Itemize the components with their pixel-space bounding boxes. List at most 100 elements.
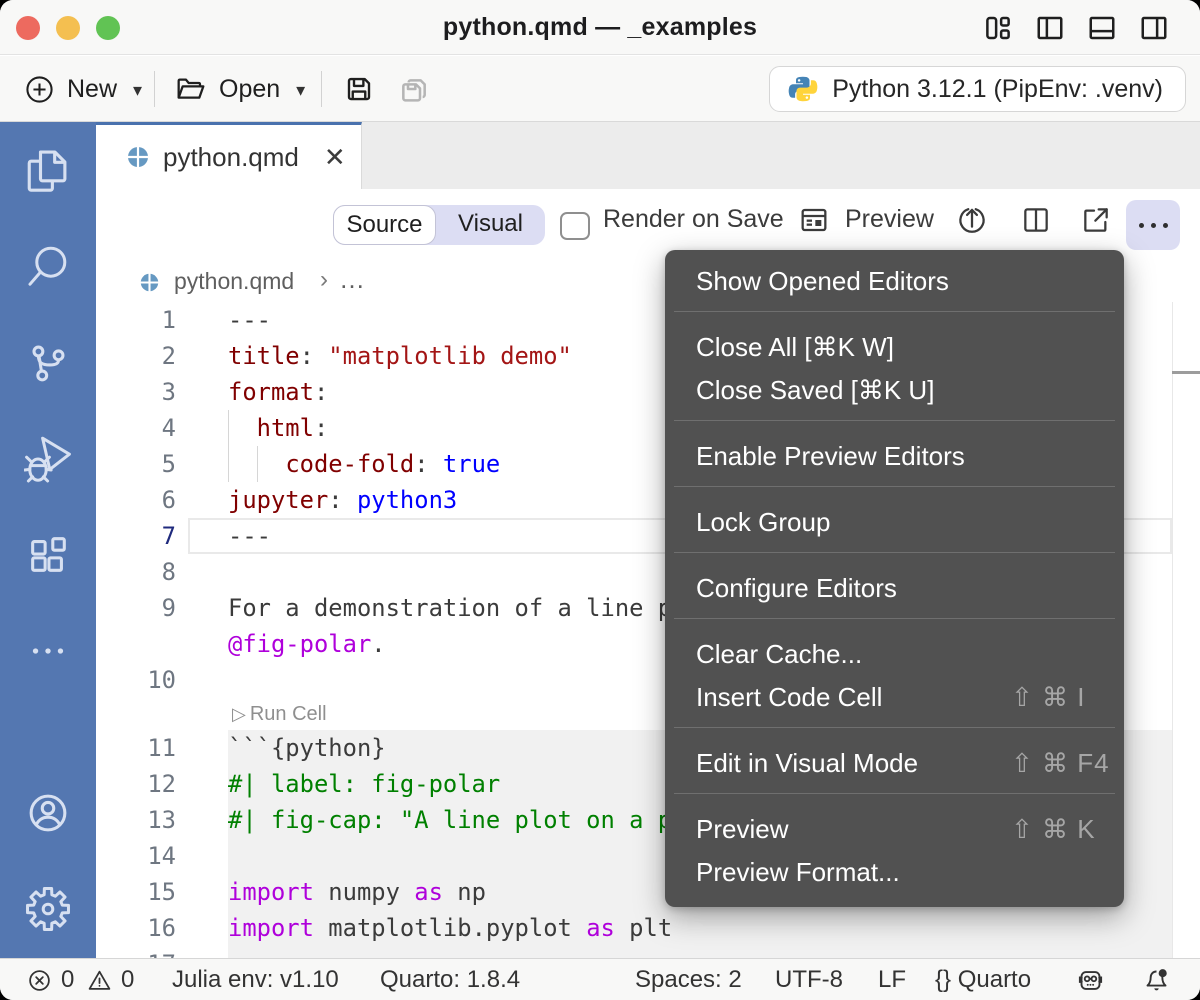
encoding-status[interactable]: UTF-8 xyxy=(775,959,843,1000)
menu-item[interactable]: Insert Code Cell⇧ ⌘ I xyxy=(665,676,1124,719)
scrollbar-gutter-line xyxy=(1172,302,1173,958)
split-editor-left-icon[interactable] xyxy=(1035,13,1065,43)
line-number: 2 xyxy=(96,338,176,374)
render-on-save-label: Render on Save xyxy=(603,189,784,250)
line-number: 3 xyxy=(96,374,176,410)
customize-layout-icon[interactable] xyxy=(983,13,1013,43)
language-mode-status[interactable]: {} Quarto xyxy=(935,959,1031,1000)
line-number: 4 xyxy=(96,410,176,446)
preview-label[interactable]: Preview xyxy=(845,189,934,250)
menu-item-label: Enable Preview Editors xyxy=(696,441,965,471)
source-toggle-button[interactable]: Source xyxy=(333,205,436,245)
menu-item-label: Lock Group xyxy=(696,507,830,537)
save-icon xyxy=(344,74,374,104)
feedback-icon[interactable] xyxy=(1077,967,1104,999)
line-number: 11 xyxy=(96,730,176,766)
menu-item[interactable]: Show Opened Editors xyxy=(665,260,1124,303)
bell-dot-icon[interactable] xyxy=(1143,967,1170,999)
warning-count[interactable]: 0 xyxy=(121,959,134,1000)
menu-item-shortcut: ⇧ ⌘ F4 xyxy=(1011,742,1110,785)
tab-bar: python.qmd ✕ xyxy=(96,122,1200,189)
open-external-icon[interactable] xyxy=(1080,204,1112,236)
indentation-status[interactable]: Spaces: 2 xyxy=(635,959,742,1000)
overview-ruler-cursor-marker xyxy=(1172,371,1200,374)
menu-separator xyxy=(674,618,1115,619)
warning-icon xyxy=(87,968,112,998)
menu-item[interactable]: Close All [⌘K W] xyxy=(665,326,1124,369)
save-button[interactable] xyxy=(344,56,374,122)
new-button[interactable]: New ▾ xyxy=(25,56,142,122)
extensions-icon[interactable] xyxy=(0,531,96,579)
menu-item-label: Close Saved [⌘K U] xyxy=(696,375,934,405)
save-all-button[interactable] xyxy=(398,56,430,122)
close-icon[interactable]: ✕ xyxy=(324,142,346,173)
ellipsis-icon xyxy=(1139,223,1168,228)
action-bar: New ▾ Open ▾ xyxy=(0,56,1200,122)
menu-item-label: Preview xyxy=(696,814,788,844)
visual-toggle-button[interactable]: Visual xyxy=(436,205,545,245)
menu-item-label: Clear Cache... xyxy=(696,639,862,669)
code-line: @fig-polar. xyxy=(228,626,386,662)
menu-item-label: Close All [⌘K W] xyxy=(696,332,894,362)
breadcrumb-file[interactable]: python.qmd xyxy=(174,260,294,302)
code-line: ```{python} xyxy=(228,730,386,766)
panel-bottom-icon[interactable] xyxy=(1087,13,1117,43)
code-line: import numpy as np xyxy=(228,874,486,910)
menu-separator xyxy=(674,420,1115,421)
menu-item[interactable]: Preview Format... xyxy=(665,851,1124,894)
run-debug-icon[interactable] xyxy=(0,435,96,483)
breadcrumb-symbol[interactable]: … xyxy=(339,260,365,302)
menu-item-shortcut: ⇧ ⌘ I xyxy=(1011,676,1085,719)
more-icon[interactable] xyxy=(0,627,96,675)
publish-icon[interactable] xyxy=(956,204,988,236)
more-actions-button[interactable] xyxy=(1126,200,1180,250)
source-control-icon[interactable] xyxy=(0,339,96,387)
run-triangle-icon: ▷ xyxy=(232,704,246,724)
menu-item-shortcut: ⇧ ⌘ K xyxy=(1011,808,1096,851)
quarto-icon xyxy=(126,145,150,169)
open-button[interactable]: Open ▾ xyxy=(174,56,305,122)
menu-item[interactable]: Close Saved [⌘K U] xyxy=(665,369,1124,412)
interpreter-label: Python 3.12.1 (PipEnv: .venv) xyxy=(832,75,1163,104)
code-line: format: xyxy=(228,374,328,410)
titlebar: python.qmd — _examples xyxy=(0,0,1200,55)
split-editor-icon[interactable] xyxy=(1020,204,1052,236)
error-count[interactable]: 0 xyxy=(61,959,74,1000)
menu-separator xyxy=(674,727,1115,728)
chevron-down-icon: ▾ xyxy=(133,80,142,101)
source-visual-toggle: Source Visual xyxy=(333,205,545,245)
code-line: code-fold: true xyxy=(228,446,500,482)
menu-item[interactable]: Edit in Visual Mode⇧ ⌘ F4 xyxy=(665,742,1124,785)
code-line: import matplotlib.pyplot as plt xyxy=(228,910,672,946)
menu-item-label: Configure Editors xyxy=(696,573,897,603)
search-icon[interactable] xyxy=(0,243,96,291)
menu-item[interactable]: Configure Editors xyxy=(665,567,1124,610)
toolbar-separator xyxy=(154,71,155,107)
line-number: 17 xyxy=(96,946,176,958)
menu-item[interactable]: Lock Group xyxy=(665,501,1124,544)
menu-item[interactable]: Preview ⇧ ⌘ K xyxy=(665,808,1124,851)
line-number: 9 xyxy=(96,590,176,626)
toolbar-separator xyxy=(321,71,322,107)
sidebar-right-icon[interactable] xyxy=(1139,13,1169,43)
tab-python-qmd[interactable]: python.qmd ✕ xyxy=(96,122,362,189)
run-cell-codelens[interactable]: ▷Run Cell xyxy=(232,698,327,730)
explorer-icon[interactable] xyxy=(0,147,96,195)
quarto-icon xyxy=(139,272,160,293)
eol-status[interactable]: LF xyxy=(878,959,906,1000)
account-icon[interactable] xyxy=(0,789,96,837)
line-number: 8 xyxy=(96,554,176,590)
settings-gear-icon[interactable] xyxy=(0,885,96,933)
julia-env-status[interactable]: Julia env: v1.10 xyxy=(172,959,339,1000)
preview-icon[interactable] xyxy=(798,204,830,236)
interpreter-selector[interactable]: Python 3.12.1 (PipEnv: .venv) xyxy=(769,66,1186,112)
menu-item[interactable]: Enable Preview Editors xyxy=(665,435,1124,478)
chevron-down-icon: ▾ xyxy=(296,80,305,101)
menu-item[interactable]: Clear Cache... xyxy=(665,633,1124,676)
line-number: 14 xyxy=(96,838,176,874)
editor-actions-context-menu: Show Opened Editors Close All [⌘K W] Close… xyxy=(665,250,1124,907)
quarto-version-status[interactable]: Quarto: 1.8.4 xyxy=(380,959,520,1000)
render-on-save-checkbox[interactable] xyxy=(560,212,590,240)
folder-open-icon xyxy=(174,73,206,105)
plus-circle-icon xyxy=(25,75,54,104)
